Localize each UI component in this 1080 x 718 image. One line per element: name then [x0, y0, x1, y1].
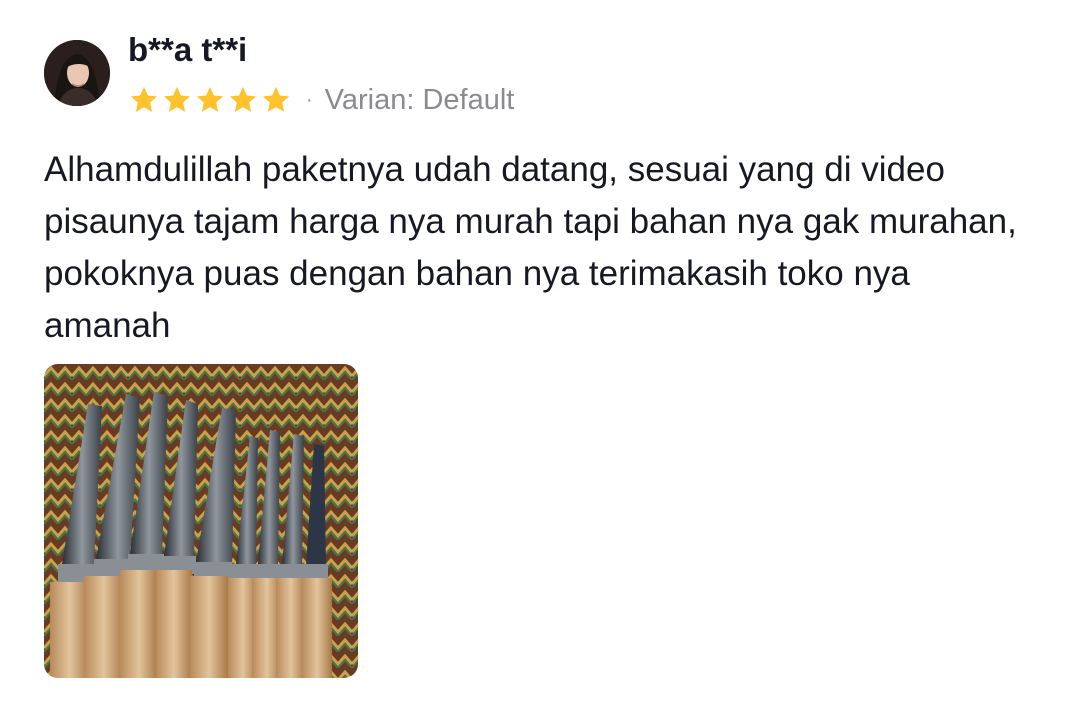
reviewer-avatar[interactable]: [44, 40, 110, 106]
star-icon: [262, 86, 290, 112]
star-icon: [163, 86, 191, 112]
user-avatar-icon: [44, 40, 110, 106]
variant-label: Varian: Default: [324, 84, 515, 116]
review-card: b**a t**i · Varian: Default Alhamdulilla…: [0, 0, 1080, 718]
review-photo[interactable]: [44, 364, 358, 678]
star-icon: [229, 86, 257, 112]
rating-row: · Varian: Default: [128, 80, 514, 120]
star-icon: [130, 86, 158, 112]
star-icon: [196, 86, 224, 112]
knives-photo-icon: [44, 364, 358, 678]
review-text: Alhamdulillah paketnya udah datang, sesu…: [44, 150, 1017, 345]
star-rating: [128, 84, 292, 116]
separator-dot: ·: [306, 89, 313, 111]
reviewer-name: b**a t**i: [128, 31, 248, 68]
